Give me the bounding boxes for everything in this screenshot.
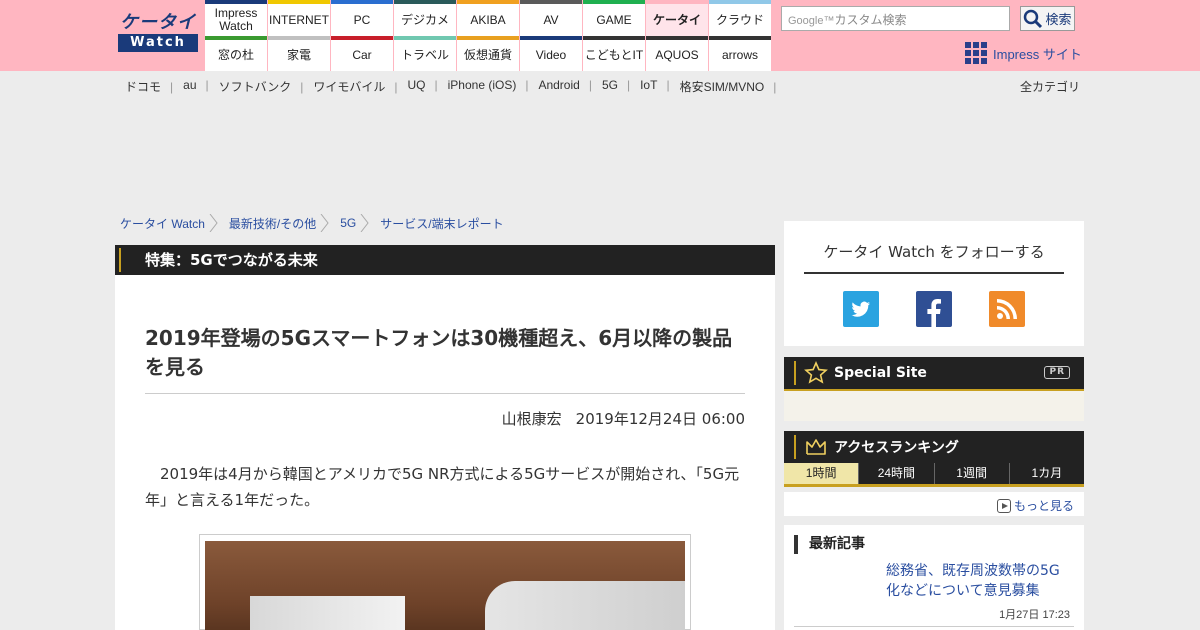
subnav-item[interactable]: UQ | — [403, 78, 443, 95]
tab-1hour[interactable]: 1時間 — [784, 463, 859, 484]
nav-forest[interactable]: 窓の杜 — [205, 36, 267, 71]
nav-crypto[interactable]: 仮想通貨 — [457, 36, 519, 71]
subnav-item[interactable]: au | — [178, 78, 213, 95]
more-link[interactable]: もっと見る — [996, 497, 1074, 514]
impress-sites-label: Impress サイト — [993, 46, 1082, 62]
special-site-title: Special Site — [834, 365, 927, 381]
subnav-item[interactable]: 5G | — [597, 78, 635, 95]
search-button[interactable]: 検索 — [1020, 6, 1075, 31]
special-site-header: Special Site PR — [784, 357, 1084, 391]
nav-av[interactable]: AV — [520, 0, 582, 36]
site-logo[interactable]: ケータイ Watch — [118, 12, 198, 56]
subnav-item[interactable]: Android | — [533, 78, 597, 95]
tab-24hours[interactable]: 24時間 — [858, 463, 933, 484]
photo-image — [205, 541, 685, 630]
category-subnav: ドコモ | au | ソフトバンク | ワイモバイル | UQ | iPhone (iOS… — [120, 78, 1080, 94]
pr-badge: PR — [1044, 366, 1070, 379]
subnav-item[interactable]: ソフトバンク | — [214, 78, 309, 95]
grid-icon — [965, 42, 987, 64]
chevron-right-icon — [360, 214, 369, 232]
nav-impress-watch[interactable]: Impress Watch — [205, 0, 267, 36]
search-button-label: 検索 — [1045, 13, 1072, 28]
ranking-more-bar: もっと見る — [784, 492, 1084, 516]
search-input[interactable]: Google™カスタム検索 — [781, 6, 1010, 31]
breadcrumb-item[interactable]: ケータイ Watch — [120, 215, 205, 232]
logo-line2: Watch — [118, 34, 198, 52]
subnav-item[interactable]: ドコモ | — [120, 78, 178, 95]
follow-title: ケータイ Watch をフォローする — [804, 241, 1064, 274]
crown-icon — [806, 439, 826, 455]
article: 2019年登場の5Gスマートフォンは30機種超え、6月以降の製品を見る 山根康宏… — [115, 275, 775, 630]
list-divider — [794, 626, 1074, 627]
nav-game[interactable]: GAME — [583, 0, 645, 36]
nav-aquos[interactable]: AQUOS — [646, 36, 708, 71]
subnav-item[interactable]: IoT | — [635, 78, 674, 95]
latest-thumbnail[interactable] — [798, 563, 880, 618]
byline: 山根康宏 2019年12月24日 06:00 — [502, 408, 745, 429]
nav-dcm[interactable]: デジカメ — [394, 0, 456, 36]
nav-internet[interactable]: INTERNET — [268, 0, 330, 36]
breadcrumb-item[interactable]: 5G — [340, 216, 356, 230]
breadcrumb-item[interactable]: サービス/端末レポート — [380, 215, 503, 232]
nav-video[interactable]: Video — [520, 36, 582, 71]
twitter-icon[interactable] — [843, 291, 879, 327]
site-nav: Impress Watch INTERNET PC デジカメ AKIBA AV … — [205, 0, 771, 71]
article-author: 山根康宏 — [501, 410, 562, 428]
nav-kids-it[interactable]: こどもとIT — [583, 36, 645, 71]
subnav-item[interactable]: ワイモバイル | — [308, 78, 402, 95]
latest-title: 最新記事 — [794, 535, 865, 554]
tab-1week[interactable]: 1週間 — [933, 463, 1009, 484]
nav-travel[interactable]: トラベル — [394, 36, 456, 71]
breadcrumb: ケータイ Watch 最新技術/その他 5G サービス/端末レポート — [120, 214, 504, 232]
subnav-item[interactable]: iPhone (iOS) | — [443, 78, 534, 95]
article-photo[interactable] — [199, 534, 691, 630]
nav-cloud[interactable]: クラウド — [709, 0, 771, 36]
search-placeholder: カスタム検索 — [834, 13, 907, 27]
logo-line1: ケータイ — [120, 12, 196, 33]
article-title: 2019年登場の5Gスマートフォンは30機種超え、6月以降の製品を見る — [145, 326, 733, 379]
breadcrumb-item[interactable]: 最新技術/その他 — [229, 215, 316, 232]
latest-article-link[interactable]: 総務省、既存周波数帯の5G化などについて意見募集 — [886, 561, 1071, 601]
star-icon — [804, 361, 828, 384]
latest-article-time: 1月27日 17:23 — [999, 609, 1070, 621]
impress-sites-link[interactable]: Impress サイト — [965, 42, 1082, 64]
ranking-tabs: 1時間 24時間 1週間 1カ月 — [784, 463, 1084, 487]
rss-icon[interactable] — [989, 291, 1025, 327]
search-icon — [1024, 9, 1043, 28]
special-site-body — [784, 391, 1084, 421]
site-header: ケータイ Watch Impress Watch INTERNET PC デジカ… — [0, 0, 1200, 71]
chevron-right-icon — [320, 214, 329, 232]
all-categories-link[interactable]: 全カテゴリ — [1020, 78, 1080, 95]
search-brand: Google™ — [788, 15, 835, 27]
latest-articles: 最新記事 総務省、既存周波数帯の5G化などについて意見募集 1月27日 17:2… — [784, 525, 1084, 630]
nav-kaden[interactable]: 家電 — [268, 36, 330, 71]
article-date: 2019年12月24日 06:00 — [575, 410, 745, 428]
nav-car[interactable]: Car — [331, 36, 393, 71]
feature-band[interactable]: 特集：5Gでつながる未来 — [115, 245, 775, 275]
ranking-title: アクセスランキング — [834, 440, 959, 456]
subnav-item[interactable]: 格安SIM/MVNO | — [675, 78, 782, 95]
nav-arrows[interactable]: arrows — [709, 36, 771, 71]
more-label: もっと見る — [1013, 499, 1074, 513]
ranking-header: アクセスランキング — [784, 431, 1084, 463]
nav-keitai[interactable]: ケータイ — [646, 0, 708, 36]
nav-akiba[interactable]: AKIBA — [457, 0, 519, 36]
tab-1month[interactable]: 1カ月 — [1008, 463, 1084, 484]
title-divider — [145, 393, 745, 394]
article-lead: 2019年は4月から韓国とアメリカで5G NR方式による5Gサービスが開始され、… — [145, 465, 740, 509]
follow-box: ケータイ Watch をフォローする — [784, 221, 1084, 346]
play-icon — [996, 498, 1011, 513]
nav-pc[interactable]: PC — [331, 0, 393, 36]
chevron-right-icon — [209, 214, 218, 232]
facebook-icon[interactable] — [916, 291, 952, 327]
